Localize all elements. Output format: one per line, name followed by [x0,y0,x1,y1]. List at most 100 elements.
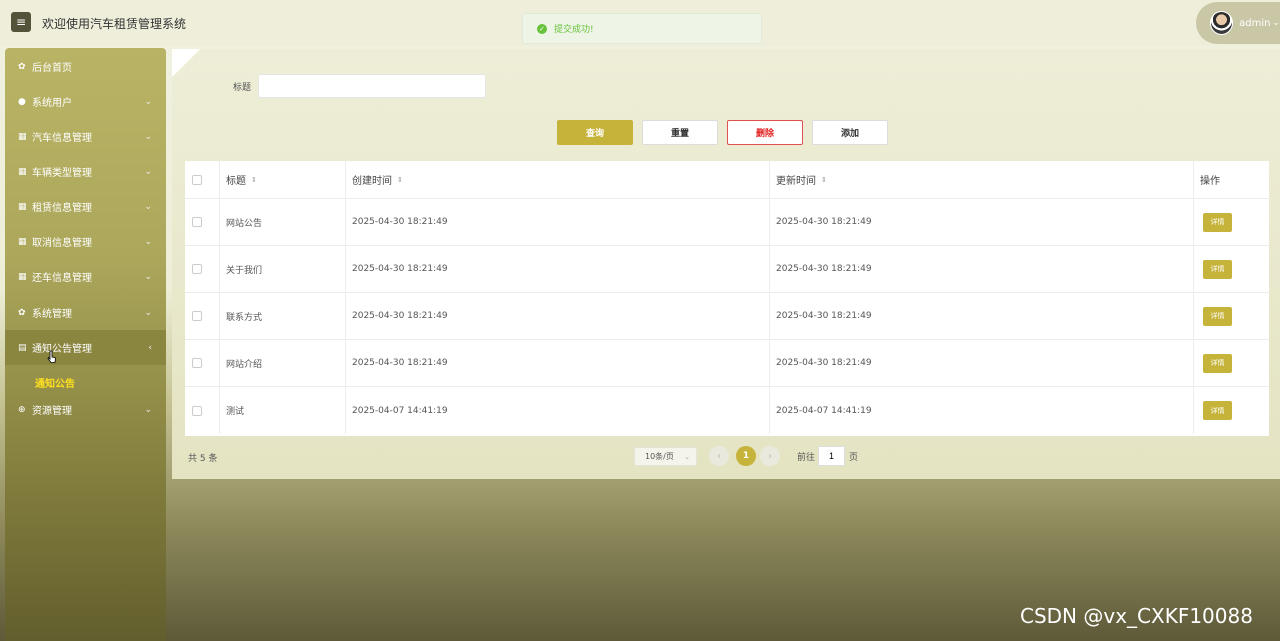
user-menu[interactable]: admin ⌄ [1196,2,1280,44]
column-updated[interactable]: 更新时间 ⇕ [770,161,1194,198]
detail-button[interactable]: 详情 [1203,259,1232,279]
sidebar-item-rental-info[interactable]: ▦ 租赁信息管理 ⌄ [5,189,166,224]
sidebar-item-label: 后台首页 [32,63,72,74]
detail-button[interactable]: 详情 [1203,212,1232,232]
query-button[interactable]: 查询 [557,120,633,145]
row-updated: 2025-04-30 18:21:49 [770,293,1194,339]
row-created: 2025-04-30 18:21:49 [346,199,770,245]
grid-icon: ▦ [18,131,27,142]
sidebar-item-label: 通知公告管理 [32,344,92,355]
table-header: 标题 ⇕ 创建时间 ⇕ 更新时间 ⇕ 操作 [185,161,1269,199]
add-button[interactable]: 添加 [812,120,888,145]
grid-icon: ▦ [18,201,27,212]
chevron-down-icon: ⌄ [1272,18,1280,28]
table-row: 测试 2025-04-07 14:41:19 2025-04-07 14:41:… [185,387,1269,434]
sidebar-item-car-info[interactable]: ▦ 汽车信息管理 ⌄ [5,119,166,154]
gear-icon: ✿ [18,307,26,318]
column-title[interactable]: 标题 ⇕ [220,161,346,198]
row-updated: 2025-04-30 18:21:49 [770,199,1194,245]
row-title: 网站公告 [220,199,346,245]
sidebar-item-resource[interactable]: ⊕ 资源管理 ⌄ [5,392,166,427]
sidebar-item-car-type[interactable]: ▦ 车辆类型管理 ⌄ [5,154,166,189]
prev-page-button[interactable]: ‹ [709,446,729,466]
avatar [1210,11,1234,35]
table-row: 联系方式 2025-04-30 18:21:49 2025-04-30 18:2… [185,293,1269,340]
page-size-select[interactable]: 10条/页 ⌄ [634,447,697,466]
sidebar-subitem-notice[interactable]: 通知公告 [5,373,166,391]
search-label: 标题 [233,83,252,93]
sidebar-item-system-manage[interactable]: ✿ 系统管理 ⌄ [5,295,166,330]
hamburger-icon[interactable]: ≡ [11,12,31,32]
page-unit-label: 页 [849,453,859,463]
sidebar-item-label: 系统用户 [32,98,72,109]
row-created: 2025-04-30 18:21:49 [346,246,770,292]
row-title: 测试 [220,387,346,434]
row-created: 2025-04-30 18:21:49 [346,293,770,339]
chevron-down-icon: ⌄ [144,307,152,318]
check-circle-icon: ✓ [537,23,547,34]
sidebar: ✿ 后台首页 ● 系统用户 ⌄ ▦ 汽车信息管理 ⌄ ▦ 车辆类型管理 ⌄ ▦ … [5,48,166,641]
app-title: 欢迎使用汽车租赁管理系统 [42,17,187,31]
goto-page-input[interactable] [818,446,845,466]
sidebar-item-system-users[interactable]: ● 系统用户 ⌄ [5,84,166,119]
detail-button[interactable]: 详情 [1203,353,1232,373]
watermark-text: CSDN @vx_CXKF10088 [1020,604,1253,628]
page-corner [172,49,200,77]
grid-icon: ▦ [18,271,27,282]
detail-button[interactable]: 详情 [1203,306,1232,326]
delete-button[interactable]: 删除 [727,120,803,145]
chevron-down-icon: ⌄ [144,404,152,415]
row-updated: 2025-04-30 18:21:49 [770,246,1194,292]
sidebar-item-return-info[interactable]: ▦ 还车信息管理 ⌄ [5,259,166,294]
chevron-down-icon: ⌄ [144,236,152,247]
chevron-down-icon: ⌄ [684,452,690,461]
toast-message: 提交成功! [554,25,594,35]
success-toast: ✓ 提交成功! [522,13,762,44]
sidebar-item-label: 还车信息管理 [32,273,92,284]
sort-icon[interactable]: ⇕ [397,176,403,184]
sidebar-item-label: 资源管理 [32,406,72,417]
sidebar-item-label: 汽车信息管理 [32,133,92,144]
chevron-down-icon: ⌄ [144,201,152,212]
row-checkbox[interactable] [192,358,202,368]
row-updated: 2025-04-30 18:21:49 [770,340,1194,386]
next-page-button[interactable]: › [760,446,780,466]
user-name: admin [1239,17,1271,29]
row-created: 2025-04-07 14:41:19 [346,387,770,434]
document-icon: ▤ [18,342,27,353]
chevron-up-icon: ‹ [148,342,152,353]
sidebar-item-label: 系统管理 [32,309,72,320]
reset-button[interactable]: 重置 [642,120,718,145]
row-updated: 2025-04-07 14:41:19 [770,387,1194,434]
sort-icon[interactable]: ⇕ [821,176,827,184]
sort-icon[interactable]: ⇕ [251,176,257,184]
page-number-current[interactable]: 1 [736,446,756,466]
plus-circle-icon: ⊕ [18,404,26,415]
grid-icon: ▦ [18,236,27,247]
total-count: 共 5 条 [188,454,218,464]
row-checkbox[interactable] [192,311,202,321]
mouse-cursor-icon [47,350,56,363]
row-checkbox[interactable] [192,405,202,416]
row-checkbox[interactable] [192,264,202,274]
column-actions: 操作 [1200,176,1220,187]
row-checkbox[interactable] [192,217,202,227]
title-search-input[interactable] [258,74,486,98]
sidebar-item-notice-manage[interactable]: ▤ 通知公告管理 ‹ [5,330,166,365]
goto-label: 前往 [797,453,816,463]
detail-button[interactable]: 详情 [1203,401,1232,420]
chevron-down-icon: ⌄ [144,166,152,177]
main-panel: 标题 查询 重置 删除 添加 标题 ⇕ 创建时间 ⇕ 更新时间 ⇕ 操作 网站公告 2… [172,49,1280,479]
row-title: 联系方式 [220,293,346,339]
table-row: 网站公告 2025-04-30 18:21:49 2025-04-30 18:2… [185,199,1269,246]
sidebar-item-label: 租赁信息管理 [32,203,92,214]
chevron-down-icon: ⌄ [144,271,152,282]
row-created: 2025-04-30 18:21:49 [346,340,770,386]
column-created[interactable]: 创建时间 ⇕ [346,161,770,198]
select-all-checkbox[interactable] [192,174,202,185]
select-all-cell [185,161,220,198]
sidebar-item-home[interactable]: ✿ 后台首页 [5,49,166,84]
row-title: 网站介绍 [220,340,346,386]
sidebar-item-cancel-info[interactable]: ▦ 取消信息管理 ⌄ [5,224,166,259]
gear-icon: ✿ [18,61,26,72]
